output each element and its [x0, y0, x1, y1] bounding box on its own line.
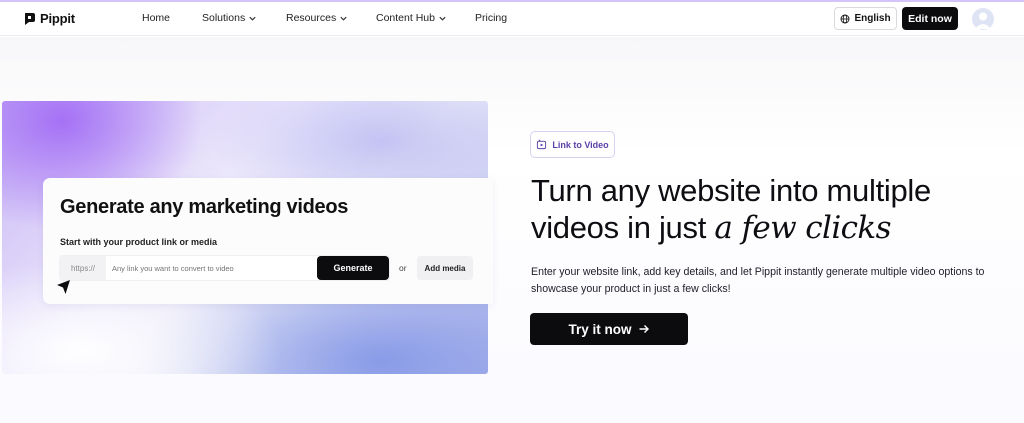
link-to-video-badge: Link to Video	[530, 131, 615, 158]
nav-resources[interactable]: Resources	[286, 12, 348, 24]
headline-line-2: videos in just a few clicks	[531, 209, 1011, 247]
product-link-input[interactable]	[106, 263, 306, 273]
headline-line-2-text: videos in just	[531, 210, 715, 245]
headline-line-1: Turn any website into multiple	[531, 173, 931, 208]
nav-home-label: Home	[142, 12, 171, 24]
link-video-icon	[537, 139, 547, 150]
brand-logo[interactable]: Pippit	[24, 11, 75, 26]
user-avatar-icon	[975, 12, 991, 29]
brand-name: Pippit	[40, 11, 75, 26]
nav-content-hub-label: Content Hub	[376, 12, 435, 24]
edit-now-button[interactable]: Edit now	[902, 7, 958, 30]
generate-button[interactable]: Generate	[317, 256, 389, 280]
generator-card: Generate any marketing videos Start with…	[43, 178, 493, 304]
chevron-down-icon	[249, 16, 256, 21]
language-selector[interactable]: English	[834, 7, 897, 30]
headline-accent: a few clicks	[714, 210, 891, 246]
top-navbar: Pippit Home Solutions Resources Content …	[0, 2, 1024, 36]
or-separator: or	[399, 263, 407, 273]
nav-pricing-label: Pricing	[475, 12, 508, 24]
language-label: English	[854, 13, 891, 24]
badge-label: Link to Video	[552, 139, 609, 150]
hero-headline: Turn any website into multiple videos in…	[531, 172, 1011, 247]
pippit-logo-icon	[25, 12, 35, 25]
chevron-down-icon	[439, 16, 446, 21]
card-subtitle: Start with your product link or media	[60, 237, 218, 247]
nav-home[interactable]: Home	[142, 12, 170, 24]
nav-content-hub[interactable]: Content Hub	[376, 12, 447, 24]
try-it-now-button[interactable]: Try it now	[530, 313, 688, 345]
chevron-down-icon	[340, 16, 347, 21]
add-media-button[interactable]: Add media	[417, 256, 473, 280]
nav-pricing[interactable]: Pricing	[475, 12, 507, 24]
arrow-right-icon	[639, 325, 649, 333]
nav-solutions[interactable]: Solutions	[202, 12, 257, 24]
cta-label: Try it now	[568, 321, 632, 337]
card-title: Generate any marketing videos	[60, 196, 349, 218]
hero-description: Enter your website link, add key details…	[531, 266, 985, 295]
nav-solutions-label: Solutions	[202, 12, 246, 24]
globe-icon	[840, 14, 850, 23]
nav-resources-label: Resources	[286, 12, 337, 24]
url-prefix: https://	[60, 256, 106, 280]
user-avatar[interactable]	[972, 8, 994, 30]
pointer-cursor-icon	[57, 280, 70, 294]
